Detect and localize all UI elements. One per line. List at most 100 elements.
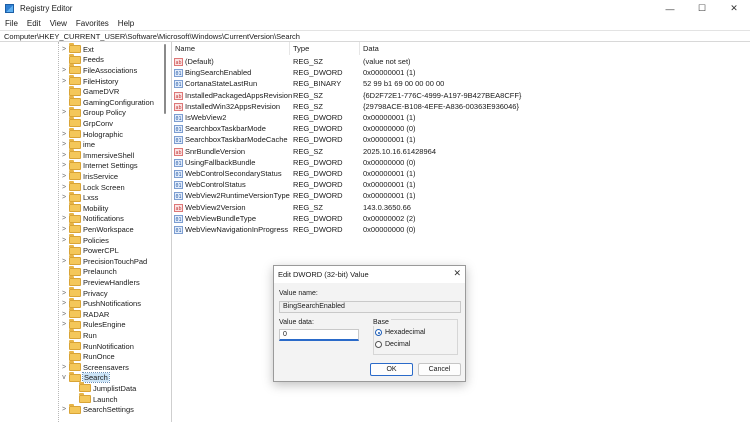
tree-item[interactable]: > Lxss (60, 191, 98, 203)
tree-item[interactable]: GrpConv (60, 117, 113, 129)
menu-favorites[interactable]: Favorites (76, 19, 109, 28)
tree-item[interactable]: Run (60, 329, 97, 341)
value-row[interactable]: 01 UsingFallbackBundle REG_DWORD 0x00000000… (172, 157, 750, 168)
tree-item[interactable]: > ime (60, 138, 95, 150)
scrollbar-thumb[interactable] (164, 44, 166, 114)
menu-edit[interactable]: Edit (27, 19, 41, 28)
tree-scrollbar[interactable] (162, 42, 172, 422)
chevron-right-icon[interactable]: > (60, 258, 68, 265)
chevron-right-icon[interactable]: > (60, 215, 68, 222)
tree-item[interactable]: > FileHistory (60, 75, 118, 87)
tree-item-label: SearchSettings (83, 405, 134, 415)
value-type: REG_BINARY (293, 79, 342, 89)
value-row[interactable]: 01 CortanaStateLastRun REG_BINARY 52 99 b1 … (172, 78, 750, 89)
tree-item-label: RunOnce (83, 352, 115, 362)
value-row[interactable]: 01 IsWebView2 REG_DWORD 0x00000001 (1) (172, 112, 750, 123)
folder-icon (69, 403, 81, 414)
tree-item[interactable]: Launch (70, 393, 118, 405)
tree-item[interactable]: > Privacy (60, 287, 108, 299)
tree-item[interactable]: v Search (60, 371, 110, 384)
folder-icon (69, 53, 81, 64)
chevron-right-icon[interactable]: > (60, 194, 68, 201)
chevron-right-icon[interactable]: > (60, 141, 68, 148)
chevron-right-icon[interactable]: > (60, 290, 68, 297)
tree-item[interactable]: > Holographic (60, 128, 123, 140)
radio-selected-icon[interactable] (375, 329, 382, 336)
folder-icon (69, 287, 81, 298)
folder-icon (69, 265, 81, 276)
binary-value-icon: 01 (174, 181, 183, 190)
chevron-right-icon[interactable]: > (60, 173, 68, 180)
column-header-data[interactable]: Data (360, 42, 540, 55)
tree-item-label: Internet Settings (83, 161, 138, 171)
value-row[interactable]: 01 SearchboxTaskbarMode REG_DWORD 0x0000000… (172, 123, 750, 134)
menu-help[interactable]: Help (118, 19, 134, 28)
value-row[interactable]: ab InstalledWin32AppsRevision REG_SZ {29798… (172, 101, 750, 112)
tree-item[interactable]: > SearchSettings (60, 403, 134, 415)
chevron-right-icon[interactable]: > (60, 78, 68, 85)
address-bar[interactable]: Computer\HKEY_CURRENT_USER\Software\Micr… (0, 30, 750, 42)
value-type: REG_SZ (293, 202, 324, 212)
tree-item[interactable]: RunNotification (60, 340, 134, 352)
chevron-right-icon[interactable]: > (60, 46, 68, 53)
minimize-button[interactable]: — (654, 0, 686, 17)
chevron-right-icon[interactable]: > (60, 184, 68, 191)
ok-button[interactable]: OK (370, 363, 413, 376)
tree-item[interactable]: RunOnce (60, 350, 115, 362)
column-header-name[interactable]: Name (172, 42, 290, 55)
tree-item[interactable]: Mobility (60, 202, 108, 214)
tree-item[interactable]: > PrecisionTouchPad (60, 255, 147, 267)
chevron-right-icon[interactable]: > (60, 300, 68, 307)
tree-item-label: Group Policy (83, 108, 126, 118)
folder-icon (69, 149, 81, 160)
chevron-right-icon[interactable]: > (60, 109, 68, 116)
cancel-button[interactable]: Cancel (418, 363, 461, 376)
chevron-right-icon[interactable]: > (60, 131, 68, 138)
chevron-right-icon[interactable]: > (60, 237, 68, 244)
value-row[interactable]: ab WebView2Version REG_SZ 143.0.3650.66 (172, 202, 750, 213)
binary-value-icon: 01 (174, 214, 183, 223)
folder-icon (69, 202, 81, 213)
close-button[interactable]: ✕ (718, 0, 750, 17)
folder-icon (69, 64, 81, 75)
value-row[interactable]: 01 WebView2RuntimeVersionType REG_DWORD 0x0… (172, 190, 750, 201)
hexadecimal-radio[interactable]: Hexadecimal (375, 329, 425, 336)
tree-item[interactable]: > Ext (60, 43, 94, 55)
value-data: (value not set) (363, 57, 411, 66)
chevron-right-icon[interactable]: > (60, 406, 68, 413)
chevron-down-icon[interactable]: v (60, 374, 68, 381)
chevron-right-icon[interactable]: > (60, 67, 68, 74)
value-data-input[interactable]: 0 (279, 329, 359, 341)
chevron-right-icon[interactable]: > (60, 321, 68, 328)
chevron-right-icon[interactable]: > (60, 311, 68, 318)
chevron-right-icon[interactable]: > (60, 152, 68, 159)
maximize-button[interactable]: ☐ (686, 0, 718, 17)
chevron-right-icon[interactable]: > (60, 226, 68, 233)
decimal-radio[interactable]: Decimal (375, 341, 410, 348)
menu-file[interactable]: File (5, 19, 18, 28)
menu-view[interactable]: View (50, 19, 67, 28)
dialog-close-icon[interactable]: ✕ (453, 268, 461, 279)
tree-item[interactable]: GamingConfiguration (60, 96, 154, 108)
tree-item[interactable]: > Lock Screen (60, 181, 125, 193)
value-data: 0x00000001 (1) (363, 169, 416, 178)
radio-unselected-icon[interactable] (375, 341, 382, 348)
tree-item[interactable]: Feeds (60, 53, 104, 66)
chevron-right-icon[interactable]: > (60, 162, 68, 169)
registry-tree[interactable]: > Ext Feeds > FileAssociations > FileHistory Ga… (0, 42, 162, 422)
value-data: 2025.10.16.61428964 (363, 146, 436, 156)
value-row[interactable]: 01 BingSearchEnabled REG_DWORD 0x00000001 (… (172, 67, 750, 78)
value-row[interactable]: 01 SearchboxTaskbarModeCache REG_DWORD 0x00… (172, 134, 750, 145)
folder-icon (69, 43, 81, 54)
chevron-right-icon[interactable]: > (60, 364, 68, 371)
column-header-type[interactable]: Type (290, 42, 360, 55)
tree-item[interactable]: > Policies (60, 234, 109, 246)
value-row[interactable]: 01 WebViewNavigationInProgress REG_DWORD 0x… (172, 224, 750, 235)
value-row[interactable]: ab InstalledPackagedAppsRevision REG_SZ {6D… (172, 90, 750, 101)
value-row[interactable]: 01 WebControlSecondaryStatus REG_DWORD 0x00… (172, 168, 750, 179)
tree-item[interactable]: > RADAR (60, 308, 109, 320)
value-row[interactable]: 01 WebControlStatus REG_DWORD 0x00000001 (1… (172, 179, 750, 190)
value-row[interactable]: ab (Default) REG_SZ (value not set) (172, 56, 750, 67)
value-row[interactable]: ab SnrBundleVersion REG_SZ 2025.10.16.61428… (172, 146, 750, 157)
value-row[interactable]: 01 WebViewBundleType REG_DWORD 0x00000002 (… (172, 213, 750, 224)
